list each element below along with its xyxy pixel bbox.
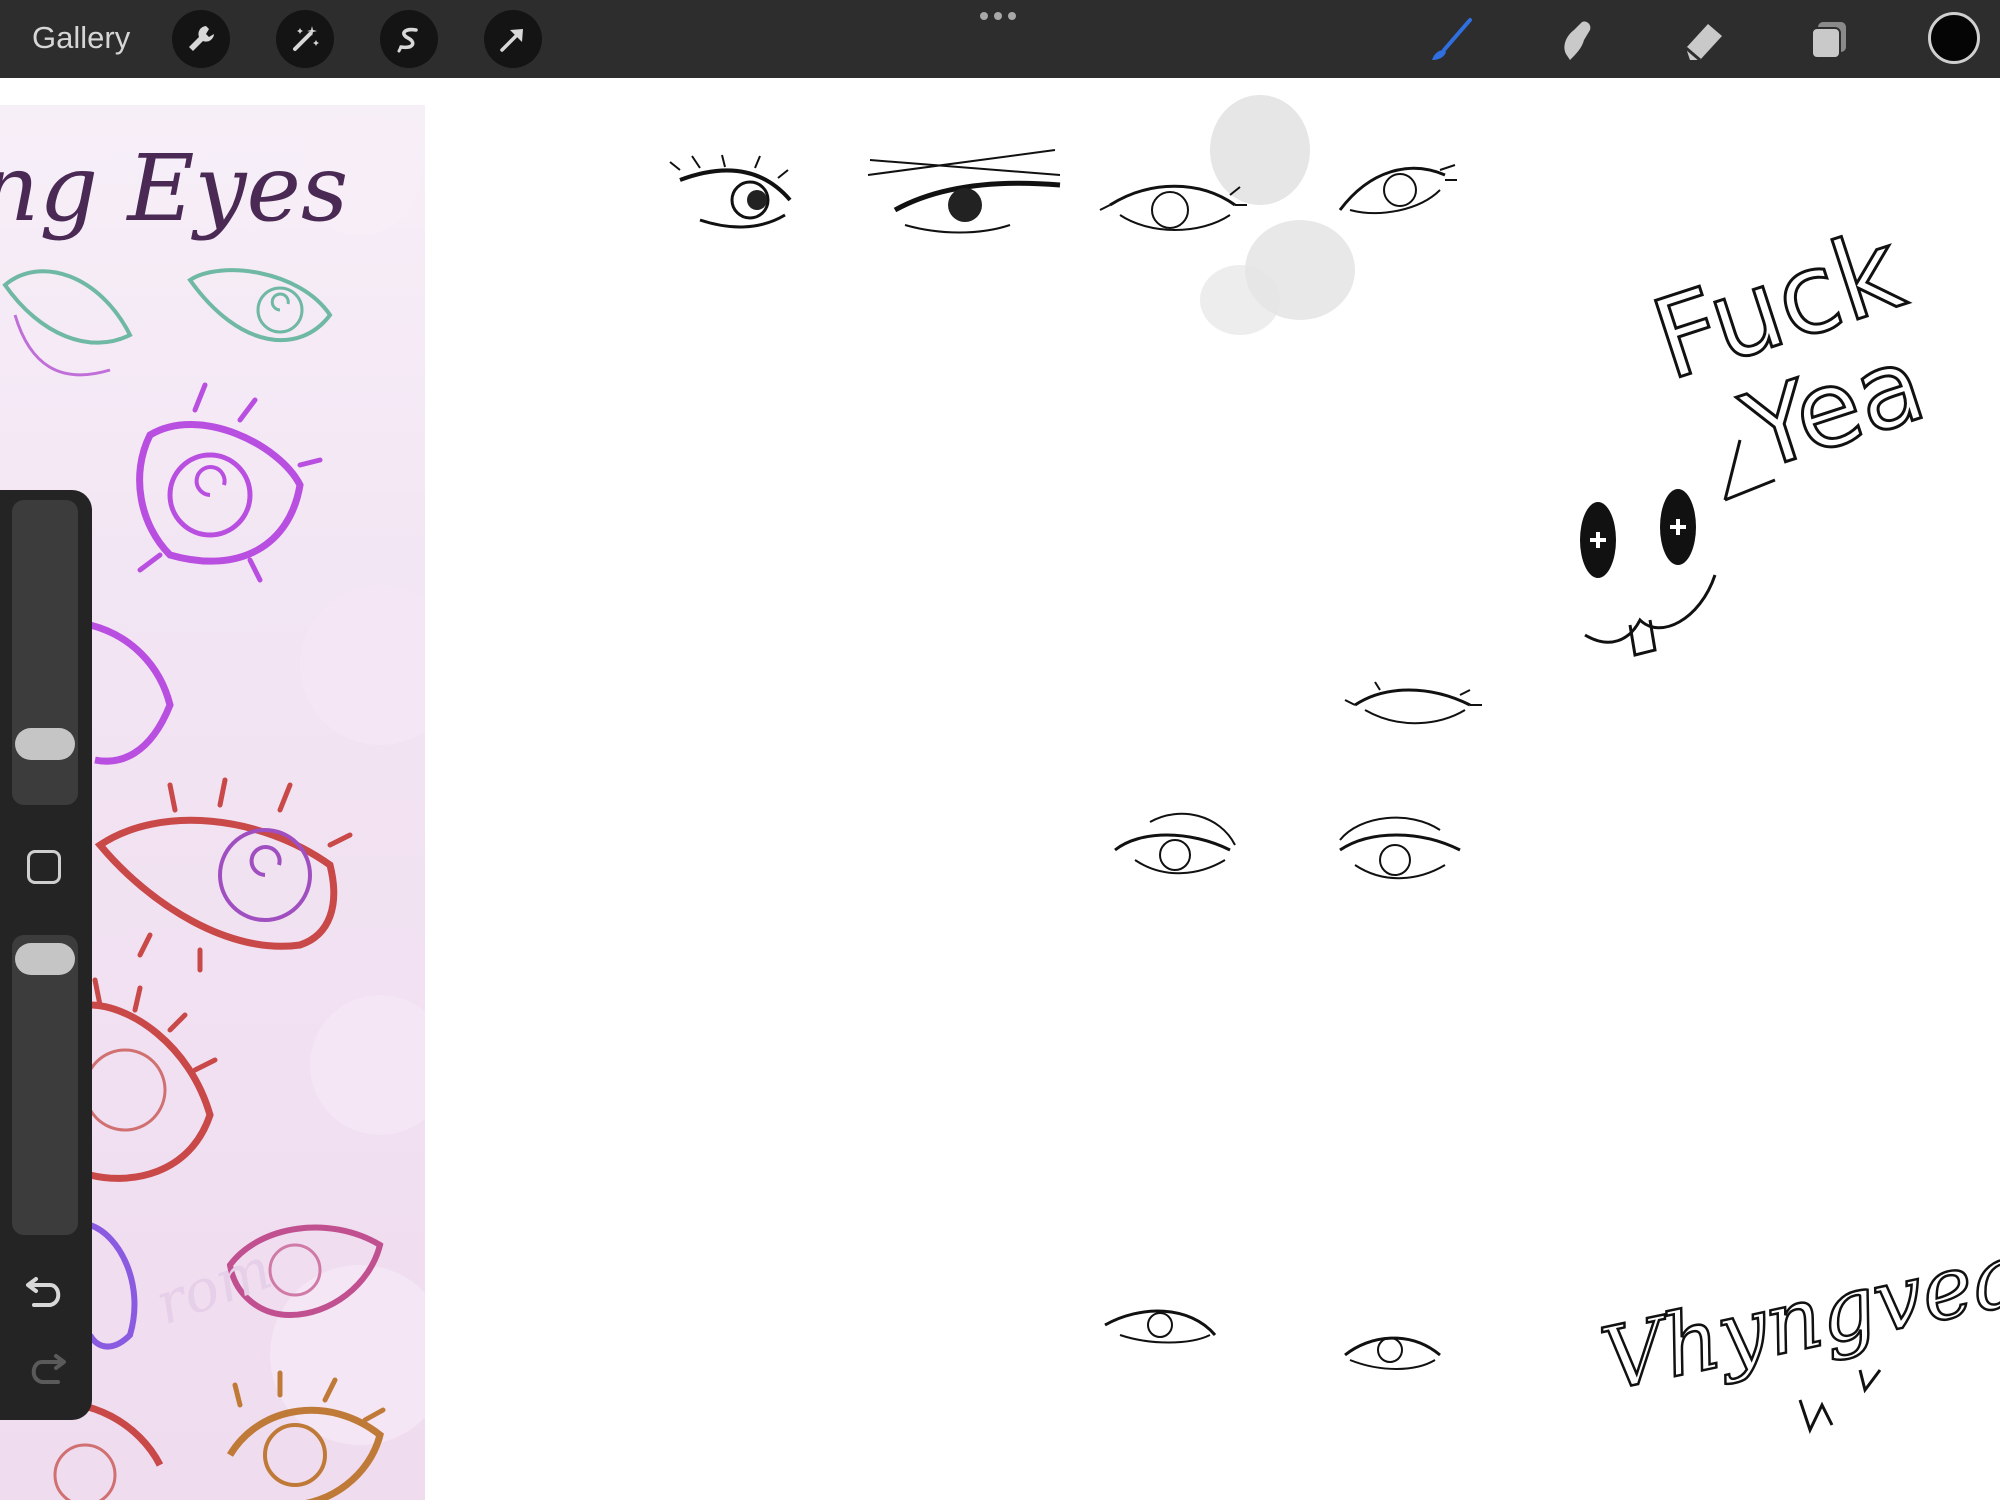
brush-size-slider[interactable]	[12, 500, 78, 805]
eye-sketch	[867, 149, 1061, 234]
eye-sketch	[1114, 812, 1236, 875]
undo-icon[interactable]	[22, 1273, 70, 1321]
opacity-slider[interactable]	[12, 935, 78, 1235]
redo-icon[interactable]	[22, 1350, 70, 1398]
cute-face-doodle	[1580, 489, 1717, 657]
eye-sketch	[1344, 1336, 1441, 1370]
eye-sketch	[1099, 184, 1247, 231]
signature: Vhyngveal	[1594, 1218, 2000, 1410]
canvas-sketches: Fuck Yea Vhyngveal	[669, 95, 2000, 1434]
brush-size-thumb[interactable]	[15, 728, 75, 760]
eye-sketch	[1339, 816, 1461, 880]
eye-sketch	[669, 154, 792, 229]
eye-sketch	[1104, 1309, 1217, 1344]
opacity-thumb[interactable]	[15, 943, 75, 975]
eyedropper-square-icon[interactable]	[27, 850, 61, 884]
eye-sketch	[1338, 164, 1457, 215]
left-sidebar	[0, 490, 92, 1420]
eye-sketch	[1344, 681, 1482, 725]
